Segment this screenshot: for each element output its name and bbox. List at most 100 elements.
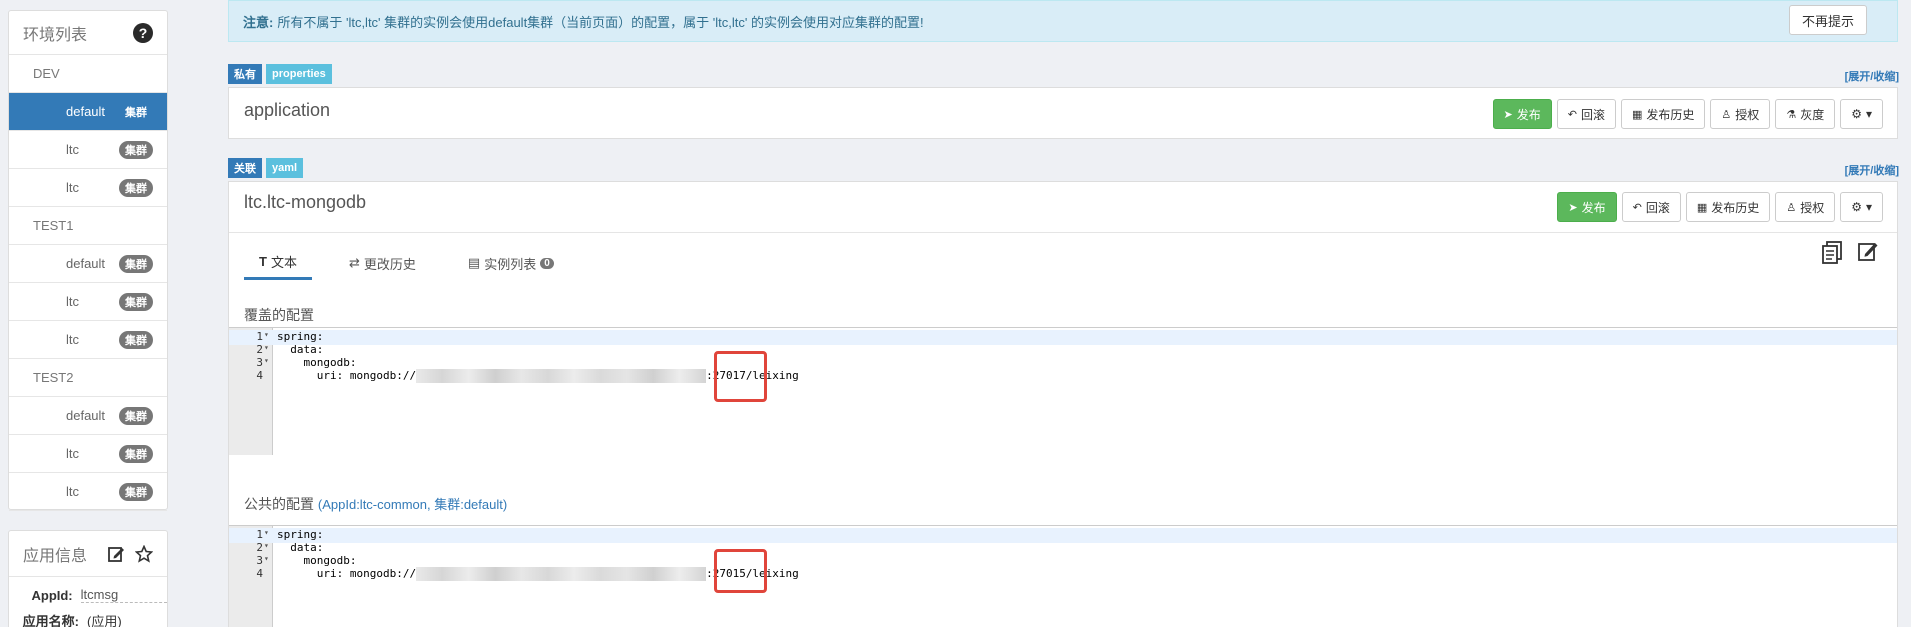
port-highlight-box xyxy=(714,351,767,402)
cluster-name: ltc xyxy=(66,332,79,347)
cluster-item[interactable]: ltc 集群 xyxy=(9,473,167,511)
dismiss-notice-button[interactable]: 不再提示 xyxy=(1788,5,1867,35)
env-dev[interactable]: DEV xyxy=(9,55,167,93)
public-config-title: 公共的配置 xyxy=(244,496,314,512)
cluster-badge: 集群 xyxy=(119,140,153,159)
ns2-history-button[interactable]: ▦ 发布历史 xyxy=(1685,192,1771,222)
public-config-source: (AppId:ltc-common, 集群:default) xyxy=(317,497,508,512)
undo-icon: ↶ xyxy=(1567,108,1577,121)
ns1-rollback-label: 回滚 xyxy=(1580,107,1605,122)
line-number: 3 xyxy=(256,554,263,567)
star-icon[interactable] xyxy=(135,544,153,563)
code-segment: data: xyxy=(277,541,324,554)
app-name-label: 应用名称: xyxy=(22,614,79,627)
swap-icon: ⇄ xyxy=(348,255,360,270)
code-text: spring: xyxy=(277,330,323,343)
user-icon: ♙ xyxy=(1786,201,1797,214)
notice-text: 所有不属于 'ltc,ltc' 集群的实例会使用default集群（当前页面）的… xyxy=(277,14,924,30)
code-segment: spring: xyxy=(277,330,324,343)
cluster-item[interactable]: default 集群 xyxy=(9,397,167,435)
code-text: mongodb: xyxy=(277,356,356,369)
cluster-name: default xyxy=(66,104,106,119)
ns1-tags: 私有 properties xyxy=(228,64,332,84)
cluster-item[interactable]: ltc 集群 xyxy=(9,283,167,321)
cluster-name: default xyxy=(66,256,106,271)
cluster-item[interactable]: ltc 集群 xyxy=(9,321,167,359)
public-config-label: 公共的配置 (AppId:ltc-common, 集群:default) xyxy=(244,494,507,514)
line-number: 2 xyxy=(256,541,263,554)
ns2-rollback-button[interactable]: ↶ 回滚 xyxy=(1621,192,1681,222)
code-segment: uri: mongodb:// xyxy=(277,369,417,382)
ns2-tags: 关联 yaml xyxy=(228,158,304,178)
app-info-header: 应用信息 xyxy=(9,531,167,577)
cluster-item[interactable]: default 集群 xyxy=(9,93,167,131)
code-segment: mongodb: xyxy=(277,554,357,567)
ns2-toggle-link[interactable]: [展开/收缩] xyxy=(1845,162,1899,178)
cluster-badge: 集群 xyxy=(119,444,153,463)
code-text: mongodb: xyxy=(277,554,356,567)
ns2-scope-tag: 关联 xyxy=(228,158,262,178)
fold-toggle-icon[interactable]: ▾ xyxy=(264,343,269,352)
cluster-name: ltc xyxy=(66,294,79,309)
ns1-publish-button[interactable]: ➤ 发布 xyxy=(1492,99,1552,129)
public-config-editor[interactable]: 1 ▾ spring: 2 ▾ data: 3 ▾ mongodb: 4 uri: mongo… xyxy=(229,525,1897,627)
ns1-history-button[interactable]: ▦ 发布历史 xyxy=(1621,99,1706,129)
help-icon[interactable]: ? xyxy=(133,22,153,43)
ns2-toolbar: ➤ 发布 ↶ 回滚 ▦ 发布历史 ♙ 授权 ⚙ ▾ xyxy=(1557,192,1883,222)
ns2-publish-button[interactable]: ➤ 发布 xyxy=(1557,192,1617,222)
cluster-badge: 集群 xyxy=(119,178,153,197)
edit-icon[interactable] xyxy=(1857,240,1879,267)
ns1-auth-label: 授权 xyxy=(1735,107,1760,122)
send-icon: ➤ xyxy=(1503,108,1513,121)
cluster-item[interactable]: default 集群 xyxy=(9,245,167,283)
ns2-divider xyxy=(229,232,1897,233)
cluster-item[interactable]: ltc 集群 xyxy=(9,169,167,207)
ns1-gray-label: 灰度 xyxy=(1800,107,1825,122)
code-text: data: xyxy=(277,343,323,356)
override-config-editor[interactable]: 1 ▾ spring: 2 ▾ data: 3 ▾ mongodb: 4 uri: mongo… xyxy=(229,327,1897,455)
ns2-settings-button[interactable]: ⚙ ▾ xyxy=(1840,192,1883,222)
ns1-settings-button[interactable]: ⚙ ▾ xyxy=(1840,99,1883,129)
tab-text[interactable]: T 文本 xyxy=(244,252,312,280)
ns1-toggle-link[interactable]: [展开/收缩] xyxy=(1845,68,1899,84)
ns1-auth-button[interactable]: ♙ 授权 xyxy=(1710,99,1771,129)
ns2-title: ltc.ltc-mongodb xyxy=(244,192,367,212)
env-test2[interactable]: TEST2 xyxy=(9,359,167,397)
tab-change-history[interactable]: ⇄ 更改历史 xyxy=(334,252,431,280)
ns2-auth-button[interactable]: ♙ 授权 xyxy=(1775,192,1836,222)
line-number: 3 xyxy=(256,356,263,369)
edit-icon[interactable] xyxy=(107,545,125,563)
env-test1[interactable]: TEST1 xyxy=(9,207,167,245)
env-list-panel: 环境列表 ? DEV default 集群 ltc 集群 ltc 集群 TEST1 defaul… xyxy=(8,10,168,511)
ns1-gray-button[interactable]: ⚗ 灰度 xyxy=(1775,99,1836,129)
cluster-badge: 集群 xyxy=(119,254,153,273)
copy-icon[interactable] xyxy=(1821,240,1843,267)
app-name-field: 应用名称: (应用) xyxy=(9,603,167,627)
cluster-badge: 集群 xyxy=(125,106,147,119)
app-id-value: ltcmsg xyxy=(80,587,167,603)
ns1-rollback-button[interactable]: ↶ 回滚 xyxy=(1556,99,1616,129)
ns2-rollback-label: 回滚 xyxy=(1645,200,1670,215)
fold-toggle-icon[interactable]: ▾ xyxy=(264,356,269,365)
code-text: spring: xyxy=(277,528,323,541)
fold-toggle-icon[interactable]: ▾ xyxy=(264,541,269,550)
caret-down-icon: ▾ xyxy=(1865,107,1872,121)
cluster-name: ltc xyxy=(66,446,79,461)
fold-toggle-icon[interactable]: ▾ xyxy=(264,528,269,537)
user-icon: ♙ xyxy=(1721,108,1732,121)
ns2-auth-label: 授权 xyxy=(1800,200,1825,215)
gear-icon: ⚙ xyxy=(1851,107,1862,121)
cluster-item[interactable]: ltc 集群 xyxy=(9,131,167,169)
tab-instance-list[interactable]: ▤ 实例列表 0 xyxy=(453,252,569,280)
ns2-tabs: T 文本 ⇄ 更改历史 ▤ 实例列表 0 xyxy=(244,252,569,280)
fold-toggle-icon[interactable]: ▾ xyxy=(264,554,269,563)
line-number: 4 xyxy=(256,567,263,580)
fold-toggle-icon[interactable]: ▾ xyxy=(264,330,269,339)
ns1-publish-label: 发布 xyxy=(1516,107,1541,122)
undo-icon: ↶ xyxy=(1632,201,1642,214)
cluster-badge: 集群 xyxy=(119,330,153,349)
code-line: 4 uri: mongodb://:27015/leixing xyxy=(229,567,1897,582)
ns2-view-tools xyxy=(1821,240,1879,267)
calendar-icon: ▦ xyxy=(1632,108,1643,121)
cluster-item[interactable]: ltc 集群 xyxy=(9,435,167,473)
